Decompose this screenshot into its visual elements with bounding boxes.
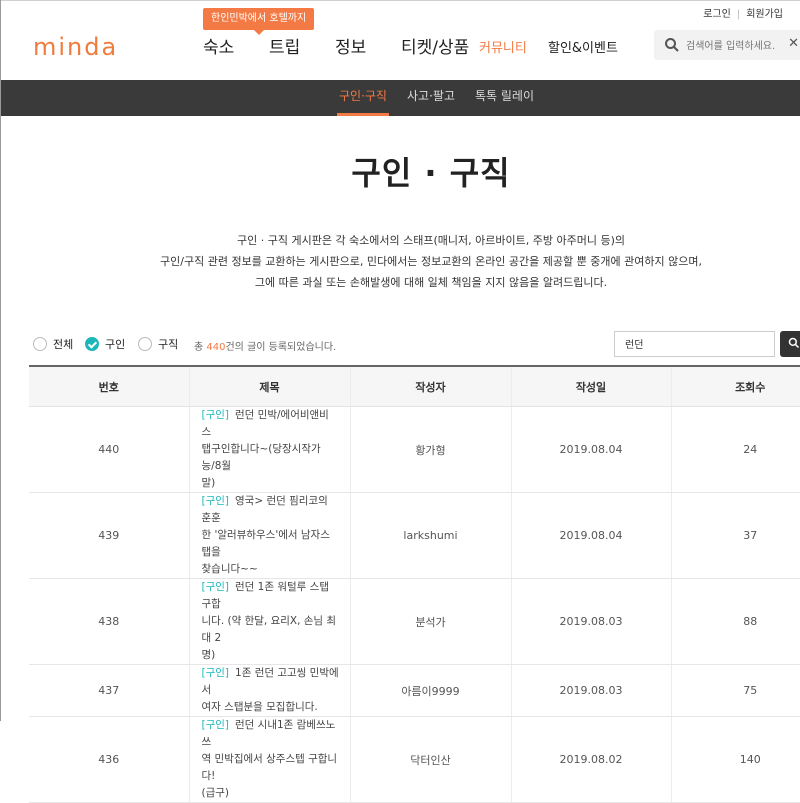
row-title[interactable]: [구인] 1존 런던 고고씽 민박에서 여자 스탭분을 모집합니다. xyxy=(188,664,350,717)
filter-all-label: 전체 xyxy=(53,338,74,351)
col-title: 제목 xyxy=(188,365,350,407)
filter-hiring-label: 구인 xyxy=(105,338,126,351)
count-suffix: 건의 글이 등록되었습니다. xyxy=(225,342,337,353)
top-links: 로그인 | 회원가입 xyxy=(697,5,783,20)
row-author: larkshumi xyxy=(349,492,511,579)
description-line: 구인/구직 관련 정보를 교환하는 게시판으로, 민다에서는 정보교환의 온라인… xyxy=(160,255,702,268)
row-title[interactable]: [구인] 런던 민박/에어비앤비 스 탭구인합니다~(당장시작가능/8월 말) xyxy=(188,406,350,493)
filter-seeking-label: 구직 xyxy=(158,338,179,351)
page-title: 구인 · 구직 xyxy=(351,154,511,192)
nav-info[interactable]: 정보 xyxy=(335,33,366,58)
description-line: 그에 따른 과실 또는 손해발생에 대해 일체 책임을 지지 않음을 알려드립니… xyxy=(254,276,608,289)
col-date: 작성일 xyxy=(510,365,671,407)
count-prefix: 총 xyxy=(194,342,207,353)
board-search-button[interactable] xyxy=(780,331,800,357)
post-count: 총 440건의 글이 등록되었습니다. xyxy=(194,338,336,353)
divider: | xyxy=(736,9,741,20)
table-row[interactable]: 438 [구인] 런던 1존 워털루 스탭 구합 니다. (약 한달, 요리X, 손… xyxy=(29,578,800,665)
table-row[interactable]: 440 [구인] 런던 민박/에어비앤비 스 탭구인합니다~(당장시작가능/8월 말)… xyxy=(29,406,800,493)
table-header-row: 번호 제목 작성자 작성일 조회수 xyxy=(29,365,800,407)
row-views: 24 xyxy=(670,406,800,493)
active-tab-indicator xyxy=(337,113,389,116)
minda-logo[interactable]: minda xyxy=(33,33,118,61)
radio-circle xyxy=(138,337,152,351)
nav-event[interactable]: 할인&이벤트 xyxy=(548,37,618,56)
title-line: 탭구인합니다~(당장시작가능/8월 xyxy=(201,443,321,472)
filter-seeking-radio[interactable]: 구직 xyxy=(138,335,178,353)
nav-tooltip: 한인민박에서 호텔까지 xyxy=(203,8,315,35)
sub-navigation: 구인·구직 사고·팔고 톡톡 릴레이 xyxy=(1,80,800,116)
board-table: 번호 제목 작성자 작성일 조회수 440 [구인] 런던 민박/에어비앤비 스탭… xyxy=(29,365,800,803)
nav-trip[interactable]: 트립 xyxy=(269,33,300,58)
tab-job-label: 구인·구직 xyxy=(339,89,387,103)
radio-circle xyxy=(33,337,47,351)
table-row[interactable]: 436 [구인] 런던 시내1존 람베쓰노쓰 역 민박집에서 상주스텝 구합니다!(… xyxy=(29,716,800,803)
search-icon xyxy=(788,337,800,349)
tab-market[interactable]: 사고·팔고 xyxy=(407,80,455,116)
row-tag: [구인] xyxy=(201,495,230,507)
title-line: (급구) xyxy=(201,787,230,799)
row-author: 분석가 xyxy=(349,578,511,665)
check-icon xyxy=(85,337,99,351)
row-date: 2019.08.04 xyxy=(510,406,671,493)
row-number: 437 xyxy=(29,664,189,717)
page-description: 구인 · 구직 게시판은 각 숙소에서의 스태프(매니저, 아르바이트, 주방 … xyxy=(1,230,800,293)
board-search-input[interactable] xyxy=(623,337,767,350)
row-tag: [구인] xyxy=(201,409,230,421)
tab-relay[interactable]: 톡톡 릴레이 xyxy=(475,80,534,116)
row-date: 2019.08.02 xyxy=(510,716,671,803)
title-line: 여자 스탭분을 모집합니다. xyxy=(201,701,318,713)
row-number: 439 xyxy=(29,492,189,579)
filter-hiring-radio[interactable]: 구인 xyxy=(85,335,125,353)
row-views: 140 xyxy=(670,716,800,803)
title-line: 니다. (약 한달, 요리X, 손님 최대 2 xyxy=(201,615,337,644)
col-author: 작성자 xyxy=(349,365,511,407)
row-title[interactable]: [구인] 영국> 런던 핌리코의 훈훈 한 '알러뷰하우스'에서 남자스탭을 찾습니다… xyxy=(188,492,350,579)
table-row[interactable]: 437 [구인] 1존 런던 고고씽 민박에서 여자 스탭분을 모집합니다. 아름이… xyxy=(29,664,800,717)
header-search-input[interactable] xyxy=(684,36,788,56)
row-views: 75 xyxy=(670,664,800,717)
col-views: 조회수 xyxy=(670,365,800,407)
board-search xyxy=(614,331,775,357)
title-line: 한 '알러뷰하우스'에서 남자스탭을 xyxy=(201,529,330,558)
nav-lodging[interactable]: 숙소 xyxy=(203,33,234,58)
close-icon[interactable]: ✕ xyxy=(788,36,799,51)
signup-link[interactable]: 회원가입 xyxy=(746,9,783,20)
title-line: 말) xyxy=(201,477,216,489)
site-header: minda 로그인 | 회원가입 한인민박에서 호텔까지 숙소 트립 정보 티켓/상… xyxy=(1,0,800,80)
login-link[interactable]: 로그인 xyxy=(703,9,731,20)
nav-ticket[interactable]: 티켓/상품 xyxy=(401,33,469,58)
row-author: 닥터인산 xyxy=(349,716,511,803)
row-tag: [구인] xyxy=(201,667,230,679)
row-date: 2019.08.03 xyxy=(510,664,671,717)
count-number: 440 xyxy=(206,342,226,353)
table-row[interactable]: 439 [구인] 영국> 런던 핌리코의 훈훈 한 '알러뷰하우스'에서 남자스탭을… xyxy=(29,492,800,579)
row-author: 황가형 xyxy=(349,406,511,493)
row-number: 436 xyxy=(29,716,189,803)
row-views: 88 xyxy=(670,578,800,665)
row-date: 2019.08.04 xyxy=(510,492,671,579)
row-title[interactable]: [구인] 런던 1존 워털루 스탭 구합 니다. (약 한달, 요리X, 손님 최대… xyxy=(188,578,350,665)
row-views: 37 xyxy=(670,492,800,579)
row-date: 2019.08.03 xyxy=(510,578,671,665)
nav-community[interactable]: 커뮤니티 xyxy=(479,37,527,56)
header-search: ✕ xyxy=(654,30,800,60)
title-line: 명) xyxy=(201,649,216,661)
row-number: 440 xyxy=(29,406,189,493)
col-number: 번호 xyxy=(29,365,189,407)
title-line: 역 민박집에서 상주스텝 구합니다! xyxy=(201,753,338,782)
row-number: 438 xyxy=(29,578,189,665)
description-line: 구인 · 구직 게시판은 각 숙소에서의 스태프(매니저, 아르바이트, 주방 … xyxy=(237,234,625,247)
search-icon[interactable] xyxy=(664,37,680,53)
row-title[interactable]: [구인] 런던 시내1존 람베쓰노쓰 역 민박집에서 상주스텝 구합니다! (급구) xyxy=(188,716,350,803)
filter-all-radio[interactable]: 전체 xyxy=(33,335,73,353)
row-tag: [구인] xyxy=(201,581,230,593)
title-line: 찾습니다~~ xyxy=(201,563,258,575)
row-author: 아름이9999 xyxy=(349,664,511,717)
tab-job[interactable]: 구인·구직 xyxy=(337,80,389,116)
